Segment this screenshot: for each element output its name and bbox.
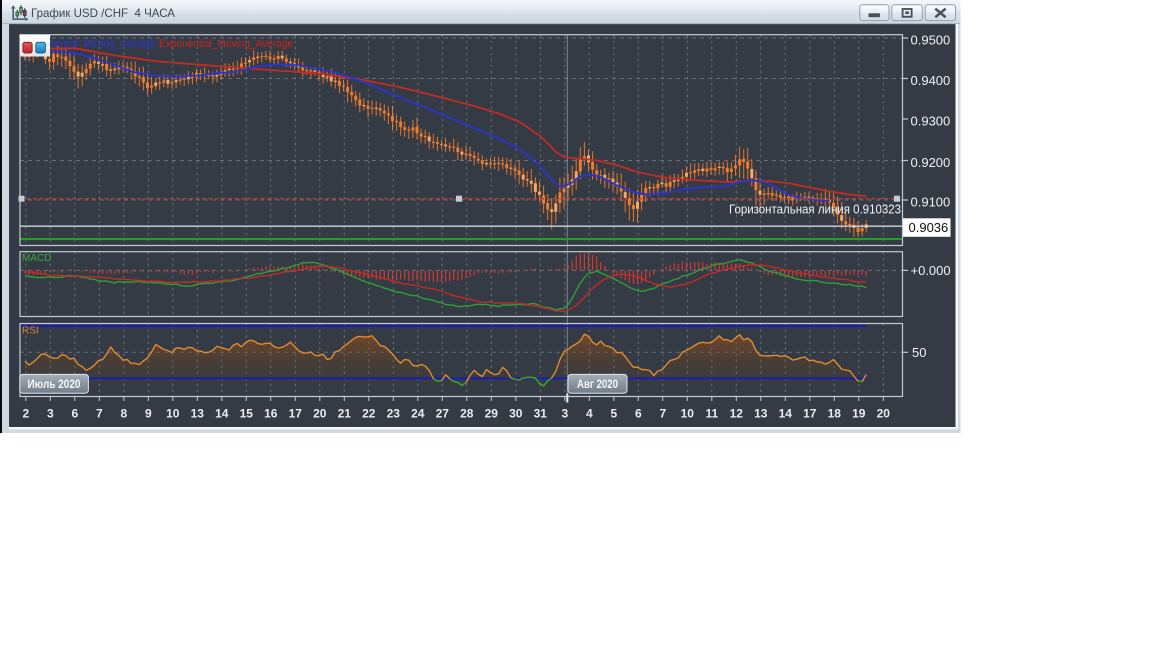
svg-text:30: 30 [509,407,523,421]
svg-text:11: 11 [705,407,718,421]
svg-text:0.9500: 0.9500 [911,33,951,48]
svg-text:RSI: RSI [22,326,39,337]
svg-text:7: 7 [96,407,103,421]
svg-text:3: 3 [561,407,568,421]
svg-text:28: 28 [460,407,474,421]
svg-text:Июль 2020: Июль 2020 [28,379,81,391]
svg-text:21: 21 [338,407,352,421]
svg-text:10: 10 [166,407,180,421]
svg-text:6: 6 [71,407,78,421]
svg-text:12: 12 [730,407,744,421]
svg-text:19: 19 [852,407,866,421]
svg-text:15: 15 [240,407,254,421]
svg-text:3: 3 [47,407,54,421]
svg-text:График USD /CHF 4 ЧАСА: График USD /CHF 4 ЧАСА [31,6,175,20]
svg-text:18: 18 [828,407,842,421]
svg-text:50: 50 [912,345,926,360]
svg-text:Авг 2020: Авг 2020 [577,379,618,391]
svg-text:22: 22 [362,407,376,421]
svg-text:0.9036: 0.9036 [909,220,949,235]
svg-text:16: 16 [264,407,278,421]
svg-text:17: 17 [803,407,817,421]
svg-text:5: 5 [610,407,617,421]
svg-text:9: 9 [145,407,152,421]
svg-text:27: 27 [436,407,450,421]
svg-text:20: 20 [877,407,891,421]
svg-text:MACD: MACD [22,253,51,264]
svg-text:2: 2 [22,407,29,421]
svg-text:4: 4 [586,407,593,421]
svg-text:17: 17 [289,407,303,421]
svg-text:0.9400: 0.9400 [911,73,951,88]
svg-text:29: 29 [485,407,499,421]
svg-text:24: 24 [411,407,425,421]
svg-text:8: 8 [120,407,127,421]
svg-text:14: 14 [779,407,793,421]
svg-text:6: 6 [635,407,642,421]
svg-text:0.9200: 0.9200 [911,155,951,170]
svg-text:10: 10 [681,407,695,421]
svg-text:0.9300: 0.9300 [911,114,951,129]
svg-text:Exponential_Moving_Average: Exponential_Moving_Average [159,38,293,50]
svg-text:7: 7 [659,407,666,421]
svg-text:0.9100: 0.9100 [911,195,951,210]
svg-text:31: 31 [534,407,548,421]
svg-text:20: 20 [313,407,327,421]
svg-text:+0.000: +0.000 [911,263,951,278]
svg-text:13: 13 [754,407,768,421]
svg-text:23: 23 [387,407,401,421]
svg-text:13: 13 [191,407,205,421]
svg-text:14: 14 [215,407,229,421]
svg-text:Горизонтальная линия 0.910323: Горизонтальная линия 0.910323 [729,203,901,217]
